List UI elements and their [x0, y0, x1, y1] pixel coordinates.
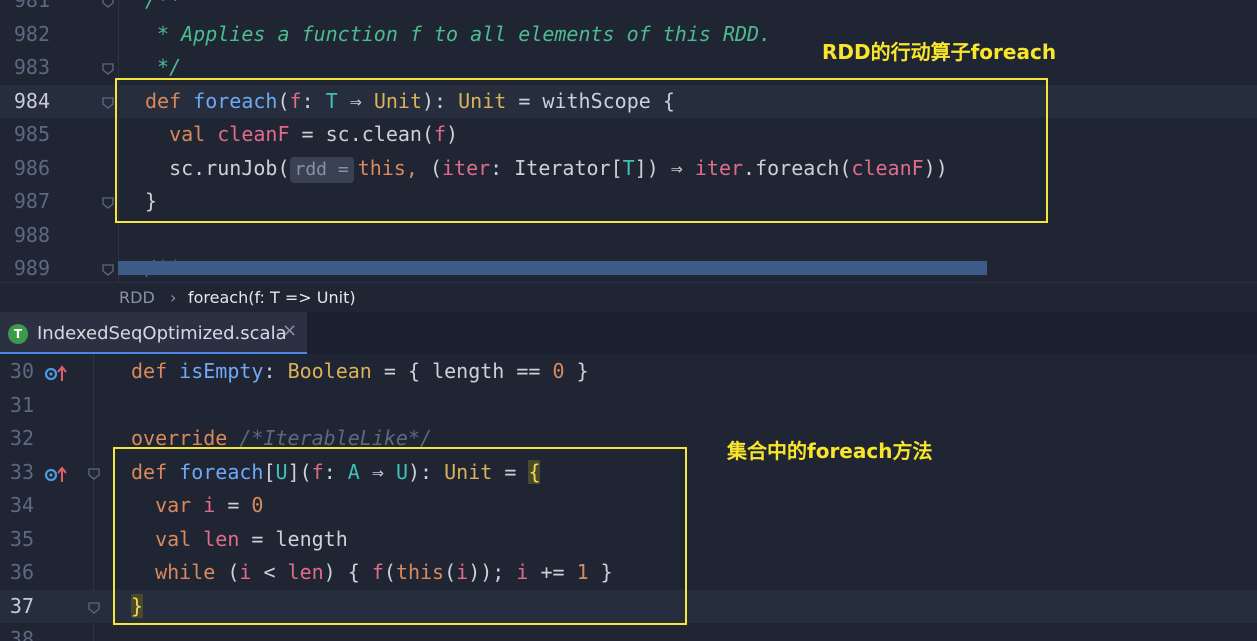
- line-number: 989: [13, 256, 50, 280]
- line-number: 985: [13, 122, 50, 146]
- code-token: }: [564, 359, 589, 383]
- line-number: 34: [9, 493, 34, 517]
- line-number: 33: [9, 459, 34, 484]
- line-number: 38: [9, 627, 34, 641]
- breadcrumb: RDD › foreach(f: T => Unit): [0, 282, 1257, 313]
- line-number: 987: [13, 189, 50, 213]
- line-number: 35: [9, 526, 34, 551]
- tab-indexedseqoptimized[interactable]: T IndexedSeqOptimized.scala ×: [0, 312, 307, 354]
- line-number: 981: [13, 0, 50, 12]
- top-line-981[interactable]: 981 /**: [0, 0, 1257, 17]
- bottom-line-38[interactable]: 38: [0, 623, 1257, 641]
- fold-icon[interactable]: [101, 61, 115, 75]
- code-token: */: [145, 55, 182, 79]
- line-number: 37: [9, 593, 34, 618]
- bottom-line-31[interactable]: 31: [0, 389, 1257, 422]
- fold-icon[interactable]: [101, 195, 115, 209]
- rdd-annotation: RDD的行动算子foreach: [822, 40, 1057, 64]
- fold-icon[interactable]: [101, 95, 115, 109]
- code-text[interactable]: * Applies a function f to all elements o…: [145, 18, 771, 51]
- breadcrumb-chevron-icon: ›: [170, 288, 177, 307]
- code-token: /**: [145, 0, 182, 12]
- line-number: 984: [13, 88, 50, 113]
- code-token: isEmpty: [179, 359, 264, 383]
- fold-icon[interactable]: [101, 262, 115, 276]
- code-token: = { length ==: [371, 359, 553, 383]
- bottom-line-30[interactable]: 30 def isEmpty: Boolean = { length == 0 }: [0, 355, 1257, 388]
- fold-icon[interactable]: [87, 600, 101, 614]
- bottom-editor-pane[interactable]: 30 def isEmpty: Boolean = { length == 0 }…: [0, 354, 1257, 641]
- code-token: def: [131, 359, 180, 383]
- selection-highlight: [118, 261, 987, 275]
- code-token: * Applies a function f to all elements o…: [145, 21, 772, 46]
- line-number: 983: [13, 55, 50, 79]
- top-line-988[interactable]: 988: [0, 219, 1257, 252]
- breadcrumb-method[interactable]: foreach(f: T => Unit): [188, 288, 356, 307]
- line-number: 30: [9, 359, 34, 383]
- code-text[interactable]: /**: [145, 0, 181, 17]
- code-token: :: [263, 359, 288, 383]
- line-number: 988: [13, 222, 50, 247]
- line-number: 32: [9, 426, 34, 450]
- tab-label: IndexedSeqOptimized.scala: [37, 323, 287, 344]
- collection-annotation: 集合中的foreach方法: [727, 439, 933, 463]
- fold-icon[interactable]: [101, 0, 115, 8]
- collection-foreach-highlight-box: [113, 447, 687, 625]
- line-number: 36: [9, 560, 34, 584]
- top-line-982[interactable]: 982 * Applies a function f to all elemen…: [0, 18, 1257, 51]
- line-number: 986: [13, 155, 50, 180]
- editor-tab-bar: T IndexedSeqOptimized.scala ×: [0, 312, 1257, 354]
- top-editor-pane[interactable]: 981 /** 982 * Applies a function f to all …: [0, 0, 1257, 282]
- close-icon[interactable]: ×: [282, 320, 297, 341]
- line-number: 31: [9, 392, 34, 417]
- breadcrumb-class[interactable]: RDD: [119, 288, 155, 307]
- rdd-foreach-highlight-box: [115, 78, 1048, 223]
- fold-icon[interactable]: [87, 466, 101, 480]
- code-text[interactable]: def isEmpty: Boolean = { length == 0 }: [131, 355, 589, 388]
- line-number: 982: [13, 21, 50, 46]
- code-token: Boolean: [287, 359, 372, 383]
- code-token: 0: [552, 359, 565, 383]
- scala-trait-icon: T: [8, 324, 28, 344]
